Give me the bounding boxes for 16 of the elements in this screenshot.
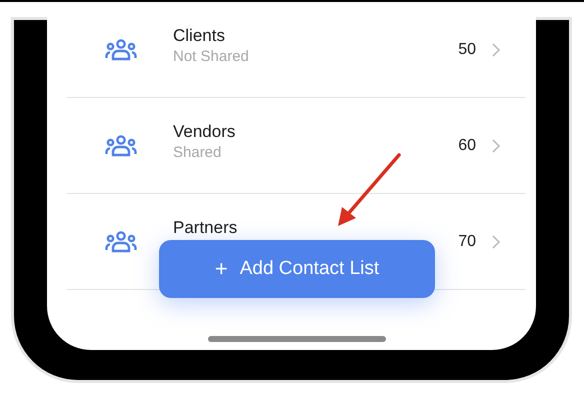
group-icon xyxy=(105,230,137,252)
list-name: Partners xyxy=(173,218,238,238)
plus-icon: + xyxy=(214,258,228,280)
list-name: Vendors xyxy=(173,122,236,142)
chevron-icon xyxy=(492,138,500,152)
sharing-status: Not Shared xyxy=(173,47,249,67)
chevron-icon xyxy=(492,42,500,56)
sharing-status: Shared xyxy=(173,143,222,163)
contact-count: 60 xyxy=(458,136,476,156)
chevron-icon xyxy=(492,234,500,248)
group-icon xyxy=(105,134,137,156)
contact-count: 70 xyxy=(458,232,476,252)
add-contact-list-button[interactable]: + Add Contact List xyxy=(159,240,435,298)
contact-count: 50 xyxy=(458,40,476,60)
list-name: Clients xyxy=(173,26,225,46)
group-icon xyxy=(105,38,137,60)
